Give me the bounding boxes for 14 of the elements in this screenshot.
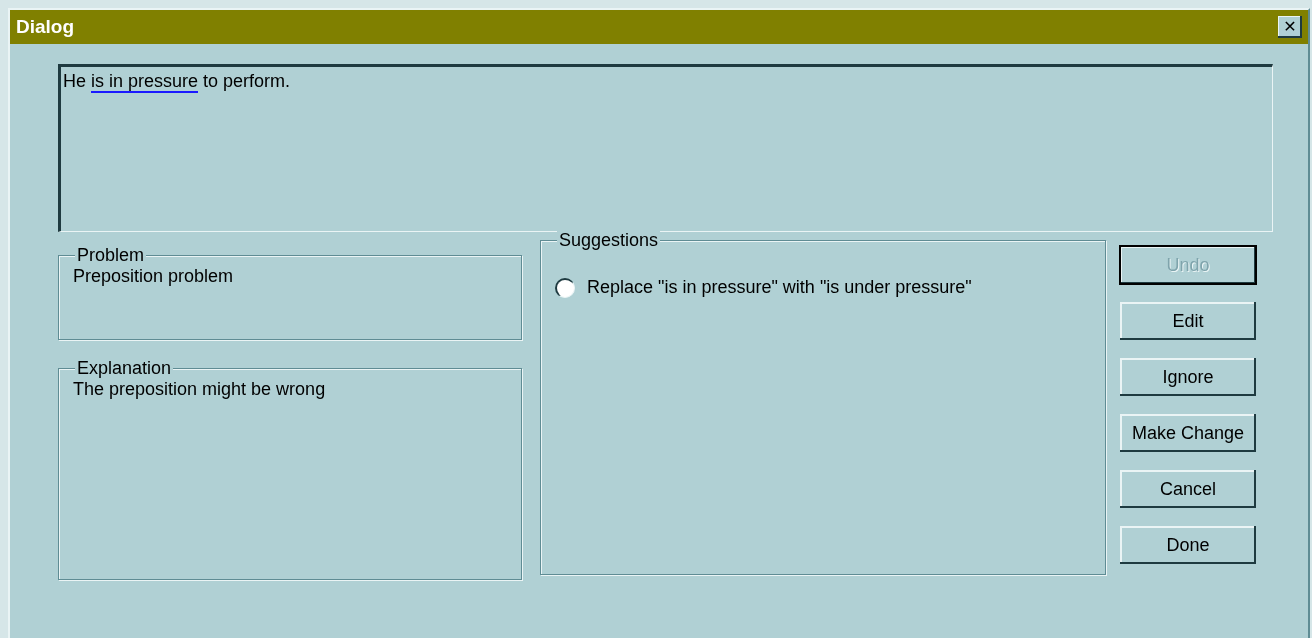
dialog-button[interactable]: Edit [1120, 302, 1256, 340]
suggestion-label: Replace "is in pressure" with "is under pressure" [587, 277, 972, 298]
dialog-button[interactable]: Cancel [1120, 470, 1256, 508]
explanation-text: The preposition might be wrong [73, 379, 326, 400]
problem-text: Preposition problem [73, 266, 234, 287]
dialog-button[interactable]: Ignore [1120, 358, 1256, 396]
radio-button[interactable] [555, 277, 575, 298]
close-button[interactable]: ✕ [1278, 16, 1302, 38]
dialog-button[interactable]: Done [1120, 526, 1256, 564]
sentence-text: He is in pressure to perform. [63, 71, 291, 93]
dialog-button[interactable]: Make Change [1120, 414, 1256, 452]
window-title: Dialog [16, 16, 75, 38]
group-title: Suggestions [557, 229, 661, 251]
text-area[interactable]: He is in pressure to perform. [58, 64, 1273, 232]
